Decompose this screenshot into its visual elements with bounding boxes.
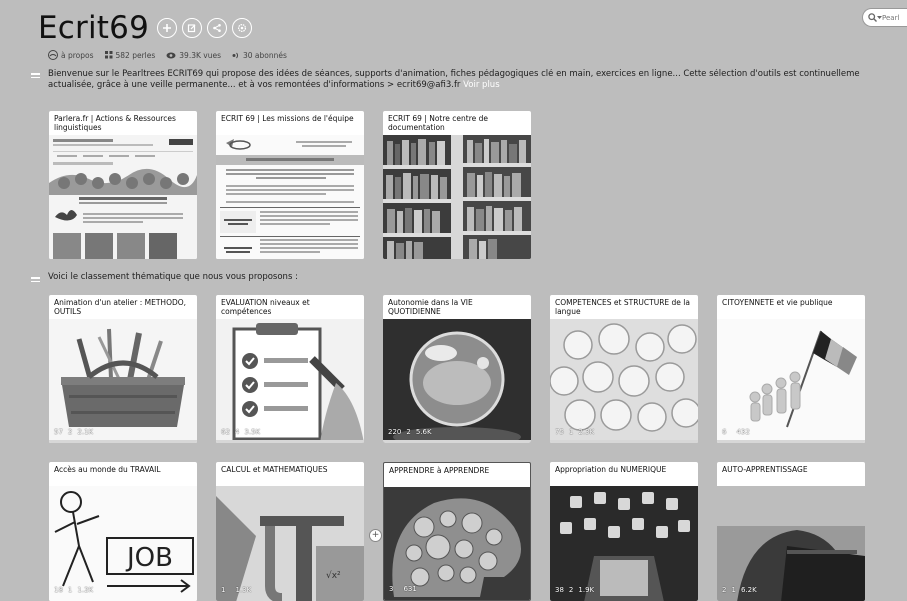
theme-card-apprendre[interactable]: APPRENDRE à APPRENDRE 3 631 [383,462,531,601]
theme-card-autonomie[interactable]: Autonomie dans la VIE QUOTIDIENNE 220 2 5.… [383,295,531,443]
puzzle-image [550,319,698,443]
add-button[interactable]: + [369,529,382,542]
page-header: Ecrit69 à propos 582 perles 39.3K vues 3… [38,10,898,60]
card-stats: 6 432 [722,428,750,436]
broadcast-icon [232,52,239,58]
description-text: Bienvenue sur le Pearltrees ECRIT69 qui … [48,69,860,90]
search-input[interactable] [882,13,907,22]
card-thumbnail [717,486,865,601]
grid-icon [104,51,113,59]
card-thumbnail [216,135,364,259]
themes-section-header: Voici le classement thématique que nous … [31,272,298,283]
card-thumbnail [550,319,698,443]
pearl-card-documentation[interactable]: ECRIT 69 | Notre centre de documentation [383,111,531,259]
share-button[interactable] [207,18,227,38]
card-stats: 2 1 6.2K [722,586,757,594]
brain-gears-image [384,487,530,600]
website-screenshot-image [49,135,197,259]
share-icon [213,24,221,32]
description-section: Bienvenue sur le Pearltrees ECRIT69 qui … [31,69,907,93]
pearl-card-parlera[interactable]: Parlera.fr | Actions & Ressources lingui… [49,111,197,259]
crystal-ball-image [383,319,531,443]
card-stats: 3 631 [389,585,417,593]
edit-icon [187,24,196,33]
theme-card-competences[interactable]: COMPETENCES et STRUCTURE de la langue 75… [550,295,698,443]
pearl-card-missions[interactable]: ECRIT 69 | Les missions de l'équipe [216,111,364,259]
note-icon [31,277,40,282]
card-thumbnail: JOB [49,486,197,601]
about-link[interactable]: à propos [48,50,94,60]
card-stats: 220 2 5.6K [388,428,432,436]
note-icon [31,73,40,78]
theme-card-evaluation[interactable]: EVALUATION niveaux et compétences 62 4 3.5… [216,295,364,443]
theme-card-auto-apprentissage[interactable]: AUTO-APPRENTISSAGE 2 1 6.2K [717,462,865,601]
theme-card-calcul[interactable]: CALCUL et MATHEMATIQUES √x² 1 1.3K [216,462,364,601]
card-thumbnail [383,135,531,259]
views-count: 39.3K vues [166,51,221,60]
theme-card-numerique[interactable]: Appropriation du NUMERIQUE 38 2 1.9K [550,462,698,601]
search-box[interactable] [862,8,907,27]
see-more-link[interactable]: Voir plus [463,80,500,90]
svg-text:√x²: √x² [326,570,341,581]
card-thumbnail [384,487,530,600]
card-thumbnail [550,486,698,601]
card-stats: 57 2 2.1K [54,428,94,436]
page-title: Ecrit69 [38,10,149,46]
flag-figures-image [717,319,865,443]
laptop-person-image [717,486,865,601]
pearls-count: 582 perles [104,51,155,60]
card-thumbnail [49,135,197,259]
card-stats: 62 4 3.5K [221,428,261,436]
edit-button[interactable] [182,18,202,38]
card-thumbnail [383,319,531,443]
card-stats: 38 2 1.9K [555,586,595,594]
settings-button[interactable] [232,18,252,38]
theme-card-citoyennete[interactable]: CITOYENNETE et vie publique 6 432 [717,295,865,443]
avatar-icon [48,50,58,60]
subscribers-count: 30 abonnés [232,51,287,60]
card-thumbnail [216,319,364,443]
plus-icon [163,24,171,32]
job-sketch-image: JOB [49,486,197,601]
gear-icon [237,23,247,33]
card-thumbnail [717,319,865,443]
eye-icon [166,52,176,58]
bookshelf-image [383,135,531,259]
toolbox-image [49,319,197,443]
search-icon [868,13,877,22]
stats-bar: à propos 582 perles 39.3K vues 30 abonné… [48,50,898,60]
checklist-image [216,319,364,443]
math-image: √x² [216,486,364,601]
digital-apps-image [550,486,698,601]
card-thumbnail [49,319,197,443]
card-stats: 18 1 1.2K [54,586,94,594]
theme-card-travail[interactable]: Accès au monde du TRAVAIL JOB 18 1 1.2K [49,462,197,601]
job-sign-text: JOB [125,543,173,573]
theme-card-animation[interactable]: Animation d'un atelier : METHODO, OUTILS… [49,295,197,443]
card-stats: 1 1.3K [221,586,252,594]
card-thumbnail: √x² [216,486,364,601]
add-pearl-button[interactable] [157,18,177,38]
themes-intro-text: Voici le classement thématique que nous … [48,272,298,282]
document-image [216,135,364,259]
card-stats: 75 1 2.3K [555,428,595,436]
